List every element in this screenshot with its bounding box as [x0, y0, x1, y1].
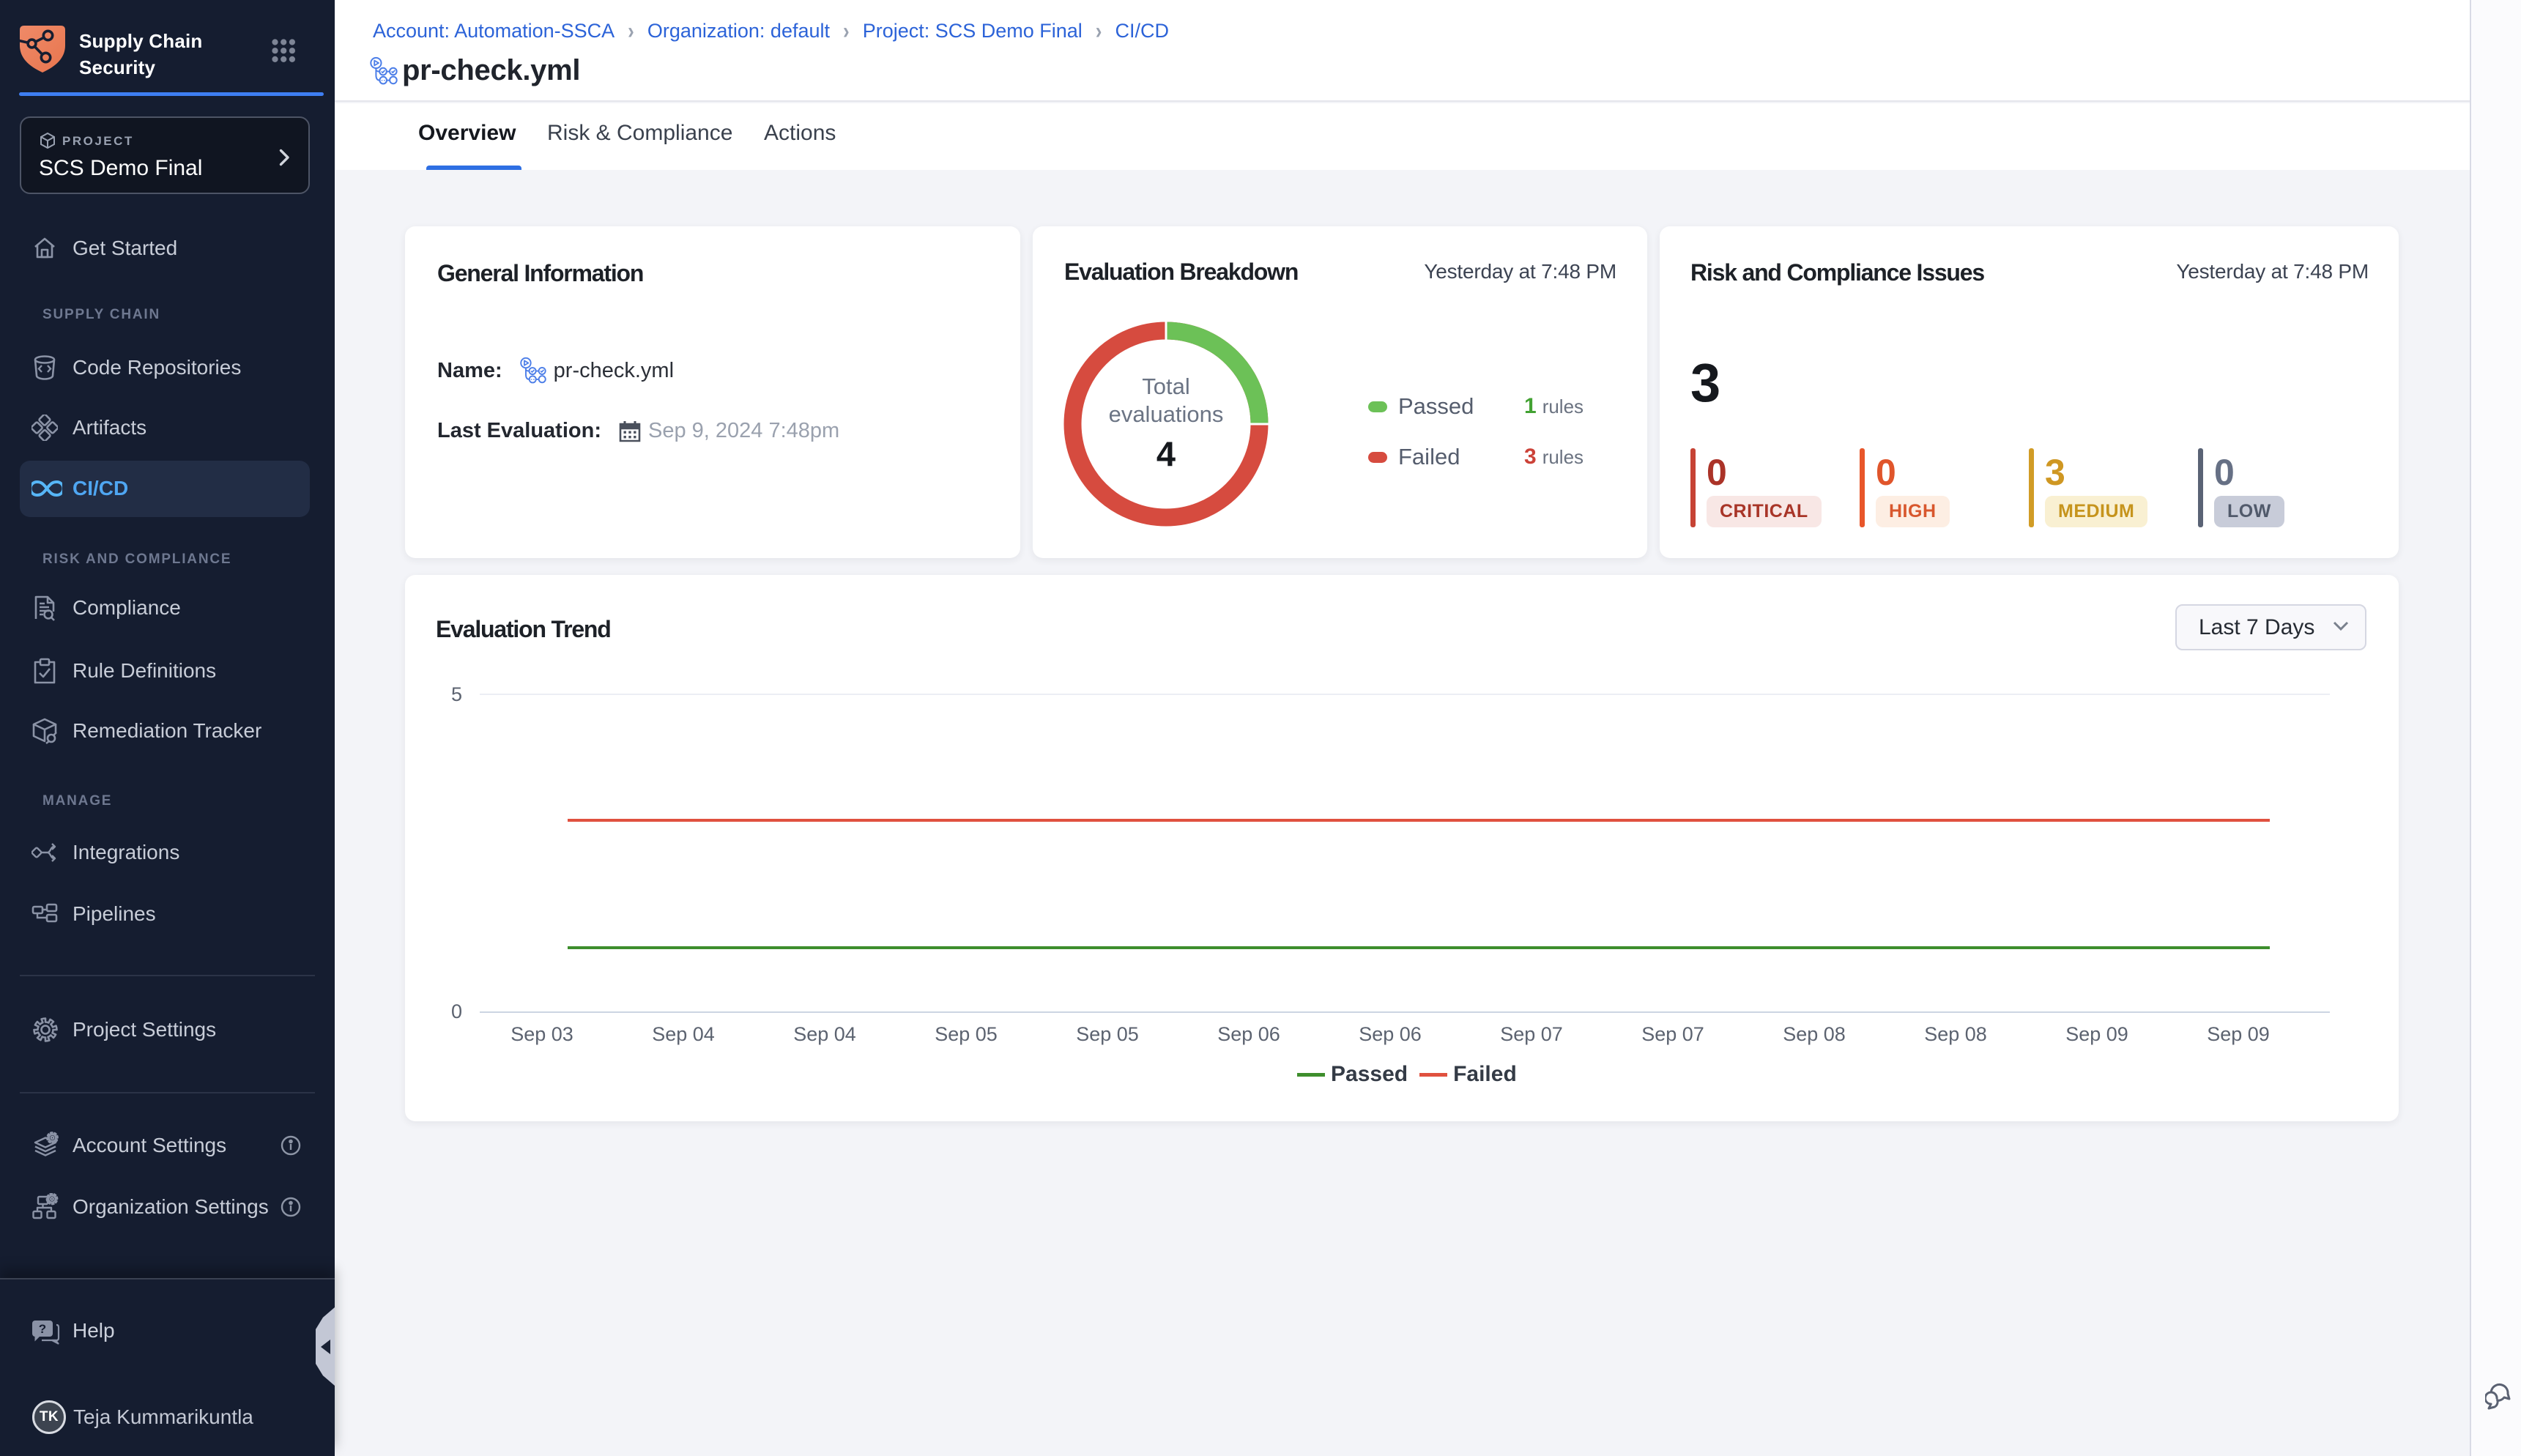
svg-text:?: ?	[39, 1322, 46, 1336]
